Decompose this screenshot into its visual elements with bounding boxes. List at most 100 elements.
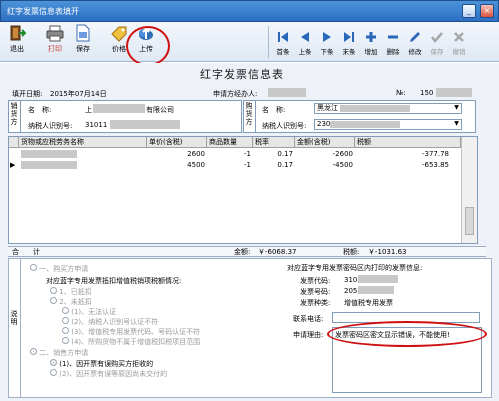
- goods-grid: 货物或应税劳务名称 单价(含税) 商品数量 税率 金额(含税) 税额 2600 …: [8, 136, 478, 244]
- undo-icon: [454, 32, 464, 42]
- last-record-button[interactable]: 末条: [339, 30, 359, 60]
- close-button[interactable]: ×: [480, 4, 494, 18]
- toolbar: 退出 打印 保存 价格 上传 首条 上条 下条 末条 增加 删除 修改 保存 撤…: [0, 22, 499, 62]
- option-unverifiable[interactable]: (1)、无法认证: [62, 307, 116, 317]
- seller-name-redacted: [93, 104, 145, 113]
- scroll-thumb[interactable]: [465, 207, 474, 235]
- deducted-radio[interactable]: 1、已抵扣: [50, 287, 92, 297]
- seller-apply-radio[interactable]: 二、销售方申请: [30, 348, 88, 358]
- title-bar: 红字发票信息表填开 _ ×: [0, 0, 499, 22]
- not-deducted-radio[interactable]: 2、未抵扣: [50, 297, 92, 307]
- seller-name-value: 上: [85, 106, 92, 114]
- row-name-redacted: [21, 150, 77, 158]
- save-icon: [76, 24, 90, 42]
- save-record-label: 保存: [430, 48, 444, 56]
- invoice-code-label: 发票代码:: [300, 277, 331, 285]
- prev-record-icon: [301, 32, 309, 42]
- col-header-rate: 税率: [253, 137, 295, 148]
- seller-option-undelivered[interactable]: (2)、因开票有误等原因尚未交付的: [50, 369, 167, 379]
- cell-price: 2600: [187, 150, 205, 158]
- seller-option-label: (1)、因开票有误购买方拒收的: [59, 360, 154, 368]
- printer-icon: [46, 25, 64, 42]
- exit-label: 退出: [10, 45, 24, 53]
- summary-row: 合 计 金额: ￥-6068.37 税额: ￥-1031.63: [8, 246, 486, 257]
- seller-option-label: (2)、因开票有误等原因尚未交付的: [59, 370, 168, 378]
- add-button[interactable]: 增加: [361, 30, 381, 60]
- add-icon: [366, 32, 376, 42]
- option-label: (1)、无法认证: [71, 308, 117, 316]
- prev-record-label: 上条: [298, 48, 312, 56]
- seller-name-label: 名 称:: [28, 106, 52, 114]
- delete-icon: [388, 35, 398, 39]
- blue-info-title: 对应蓝字专用发票密码区内打印的发票信息:: [287, 264, 423, 272]
- cell-price: 4500: [187, 161, 205, 169]
- row-name-redacted: [21, 161, 77, 169]
- save-label: 保存: [76, 45, 90, 53]
- prev-record-button[interactable]: 上条: [295, 30, 315, 60]
- first-record-button[interactable]: 首条: [273, 30, 293, 60]
- upload-highlight-circle: [126, 26, 170, 66]
- cell-qty: -1: [244, 150, 251, 158]
- buyer-apply-radio[interactable]: 一、购买方申请: [30, 264, 88, 274]
- edit-icon: [410, 32, 420, 42]
- seller-divider: [20, 100, 21, 133]
- fill-date-value: 2015年07月14日: [50, 90, 107, 98]
- save-record-button[interactable]: 保存: [427, 30, 447, 60]
- not-deducted-label: 2、未抵扣: [59, 298, 92, 306]
- seller-side-label: 销货方: [10, 102, 18, 126]
- price-icon: [111, 26, 127, 42]
- table-row[interactable]: ▶ 4500 -1 0.17 -4500 -653.85: [9, 160, 461, 171]
- number-redacted: [436, 88, 472, 97]
- total-amount-label: 金额:: [234, 248, 251, 256]
- edit-button[interactable]: 修改: [405, 30, 425, 60]
- option-not-deductible[interactable]: (4)、所购货物不属于增值税扣税项目范围: [62, 337, 200, 347]
- fill-date-label: 填开日期:: [12, 90, 43, 98]
- cell-amount: -4500: [332, 161, 353, 169]
- applicant-label: 申请方经办人:: [213, 90, 258, 98]
- explain-divider: [20, 258, 21, 398]
- phone-label: 联系电话:: [293, 315, 324, 323]
- row-pointer-icon: ▶: [10, 161, 16, 169]
- save-record-icon: [431, 32, 443, 43]
- table-row[interactable]: 2600 -1 0.17 -2600 -377.78: [9, 149, 461, 160]
- minimize-button[interactable]: _: [462, 4, 476, 18]
- save-button[interactable]: 保存: [70, 24, 96, 60]
- grid-corner: [9, 137, 19, 148]
- cell-qty: -1: [244, 161, 251, 169]
- print-button[interactable]: 打印: [42, 24, 68, 60]
- invoice-type-value: 增值税专用发票: [344, 299, 393, 307]
- chevron-down-icon[interactable]: ▼: [452, 120, 461, 129]
- exit-button[interactable]: 退出: [4, 24, 30, 60]
- grid-scrollbar[interactable]: [461, 137, 477, 243]
- next-record-button[interactable]: 下条: [317, 30, 337, 60]
- undo-button[interactable]: 撤销: [449, 30, 469, 60]
- cell-amount: -2600: [332, 150, 353, 158]
- option-code-mismatch[interactable]: (3)、增值税专用发票代码、号码认证不符: [62, 327, 200, 337]
- buyer-apply-label: 一、购买方申请: [39, 265, 89, 273]
- cell-rate: 0.17: [277, 161, 293, 169]
- option-label: (4)、所购货物不属于增值税扣税项目范围: [71, 338, 201, 346]
- toolbar-separator: [268, 26, 269, 58]
- applicant-redacted: [268, 88, 306, 97]
- explain-side-label: 说明: [10, 310, 18, 326]
- option-taxid-mismatch[interactable]: (2)、纳税人识别号认证不符: [62, 317, 158, 327]
- buyer-divider: [255, 100, 256, 133]
- total-label: 合 计: [12, 248, 40, 256]
- total-tax-value: ￥-1031.63: [368, 248, 407, 256]
- seller-option-rejected[interactable]: (1)、因开票有误购买方拒收的: [50, 359, 153, 369]
- exit-icon: [10, 25, 26, 41]
- col-header-tax: 税额: [355, 137, 461, 148]
- cell-tax: -377.78: [421, 150, 449, 158]
- delete-button[interactable]: 删除: [383, 30, 403, 60]
- invoice-no-value: 205: [344, 287, 358, 295]
- form-title: 红字发票信息表: [200, 68, 284, 81]
- next-record-label: 下条: [320, 48, 334, 56]
- invoice-no-label: 发票号码:: [300, 288, 331, 296]
- col-header-name: 货物或应税劳务名称: [19, 137, 147, 148]
- invoice-code-redacted: [358, 275, 398, 283]
- col-header-amount: 金额(含税): [295, 137, 355, 148]
- buyer-tax-redacted: [330, 121, 400, 128]
- edit-label: 修改: [408, 48, 422, 56]
- last-record-icon: [344, 32, 354, 42]
- chevron-down-icon[interactable]: ▼: [452, 104, 461, 113]
